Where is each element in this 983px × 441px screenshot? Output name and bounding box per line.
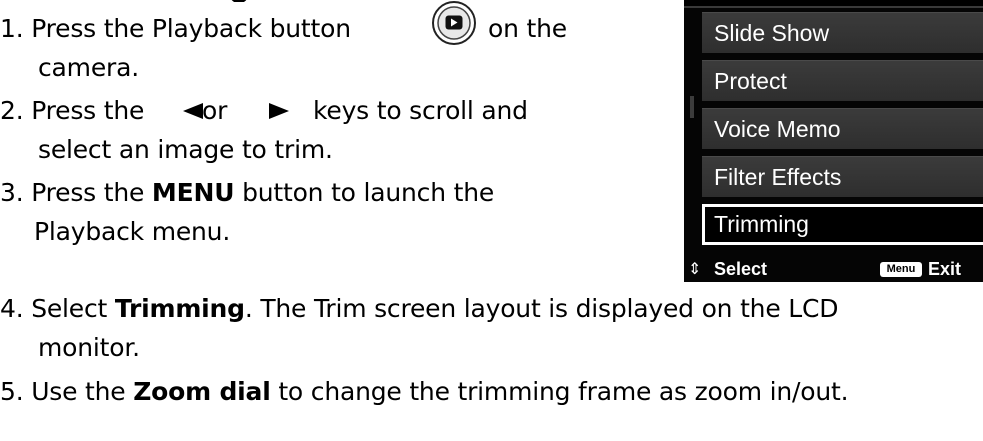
step-1-line-2: camera. (38, 53, 139, 82)
menu-footer: ⇕ Select Menu Exit (684, 256, 983, 282)
menu-key-icon: Menu (880, 262, 922, 277)
up-down-arrows-icon: ⇕ (688, 261, 702, 278)
menu-keyword: MENU (151, 178, 235, 207)
footer-exit-label: Exit (928, 259, 962, 279)
step-1-text: 1. Press the Playback button (0, 14, 351, 43)
menu-top-border (684, 0, 983, 8)
playback-button-icon (432, 1, 476, 45)
left-arrow-key-icon (183, 103, 203, 119)
right-arrow-key-icon (269, 103, 289, 119)
step-4-line-2: monitor. (38, 333, 140, 362)
step-4-line-1: 4. Select Trimming. The Trim screen layo… (0, 294, 839, 323)
menu-item-voice-memo[interactable]: Voice Memo (702, 108, 983, 149)
step-2-line-2: select an image to trim. (38, 135, 333, 164)
menu-item-protect[interactable]: Protect (702, 60, 983, 101)
menu-scroll-indicator (690, 96, 694, 118)
footer-select-label: Select (714, 259, 768, 279)
step-3-line-1: 3. Press the MENU button to launch the (0, 178, 495, 207)
step-2-or: or (202, 96, 228, 125)
step-1-line-1b: on the (488, 14, 567, 43)
step-3-line-2: Playback menu. (34, 217, 231, 246)
trimming-keyword: Trimming (114, 294, 245, 323)
cropped-heading-fragment (40, 0, 270, 2)
menu-item-slide-show[interactable]: Slide Show (702, 12, 983, 53)
step-2-line-1: 2. Press the (0, 96, 145, 125)
step-2-line-1b: keys to scroll and (313, 96, 528, 125)
lcd-playback-menu: Slide Show Protect Voice Memo Filter Eff… (684, 0, 983, 282)
step-1-line-1: 1. Press the Playback button (0, 14, 351, 44)
zoom-dial-keyword: Zoom dial (133, 377, 271, 406)
menu-item-filter-effects[interactable]: Filter Effects (702, 156, 983, 197)
menu-item-trimming[interactable]: Trimming (702, 204, 983, 245)
step-5-line-1: 5. Use the Zoom dial to change the trimm… (0, 377, 849, 406)
